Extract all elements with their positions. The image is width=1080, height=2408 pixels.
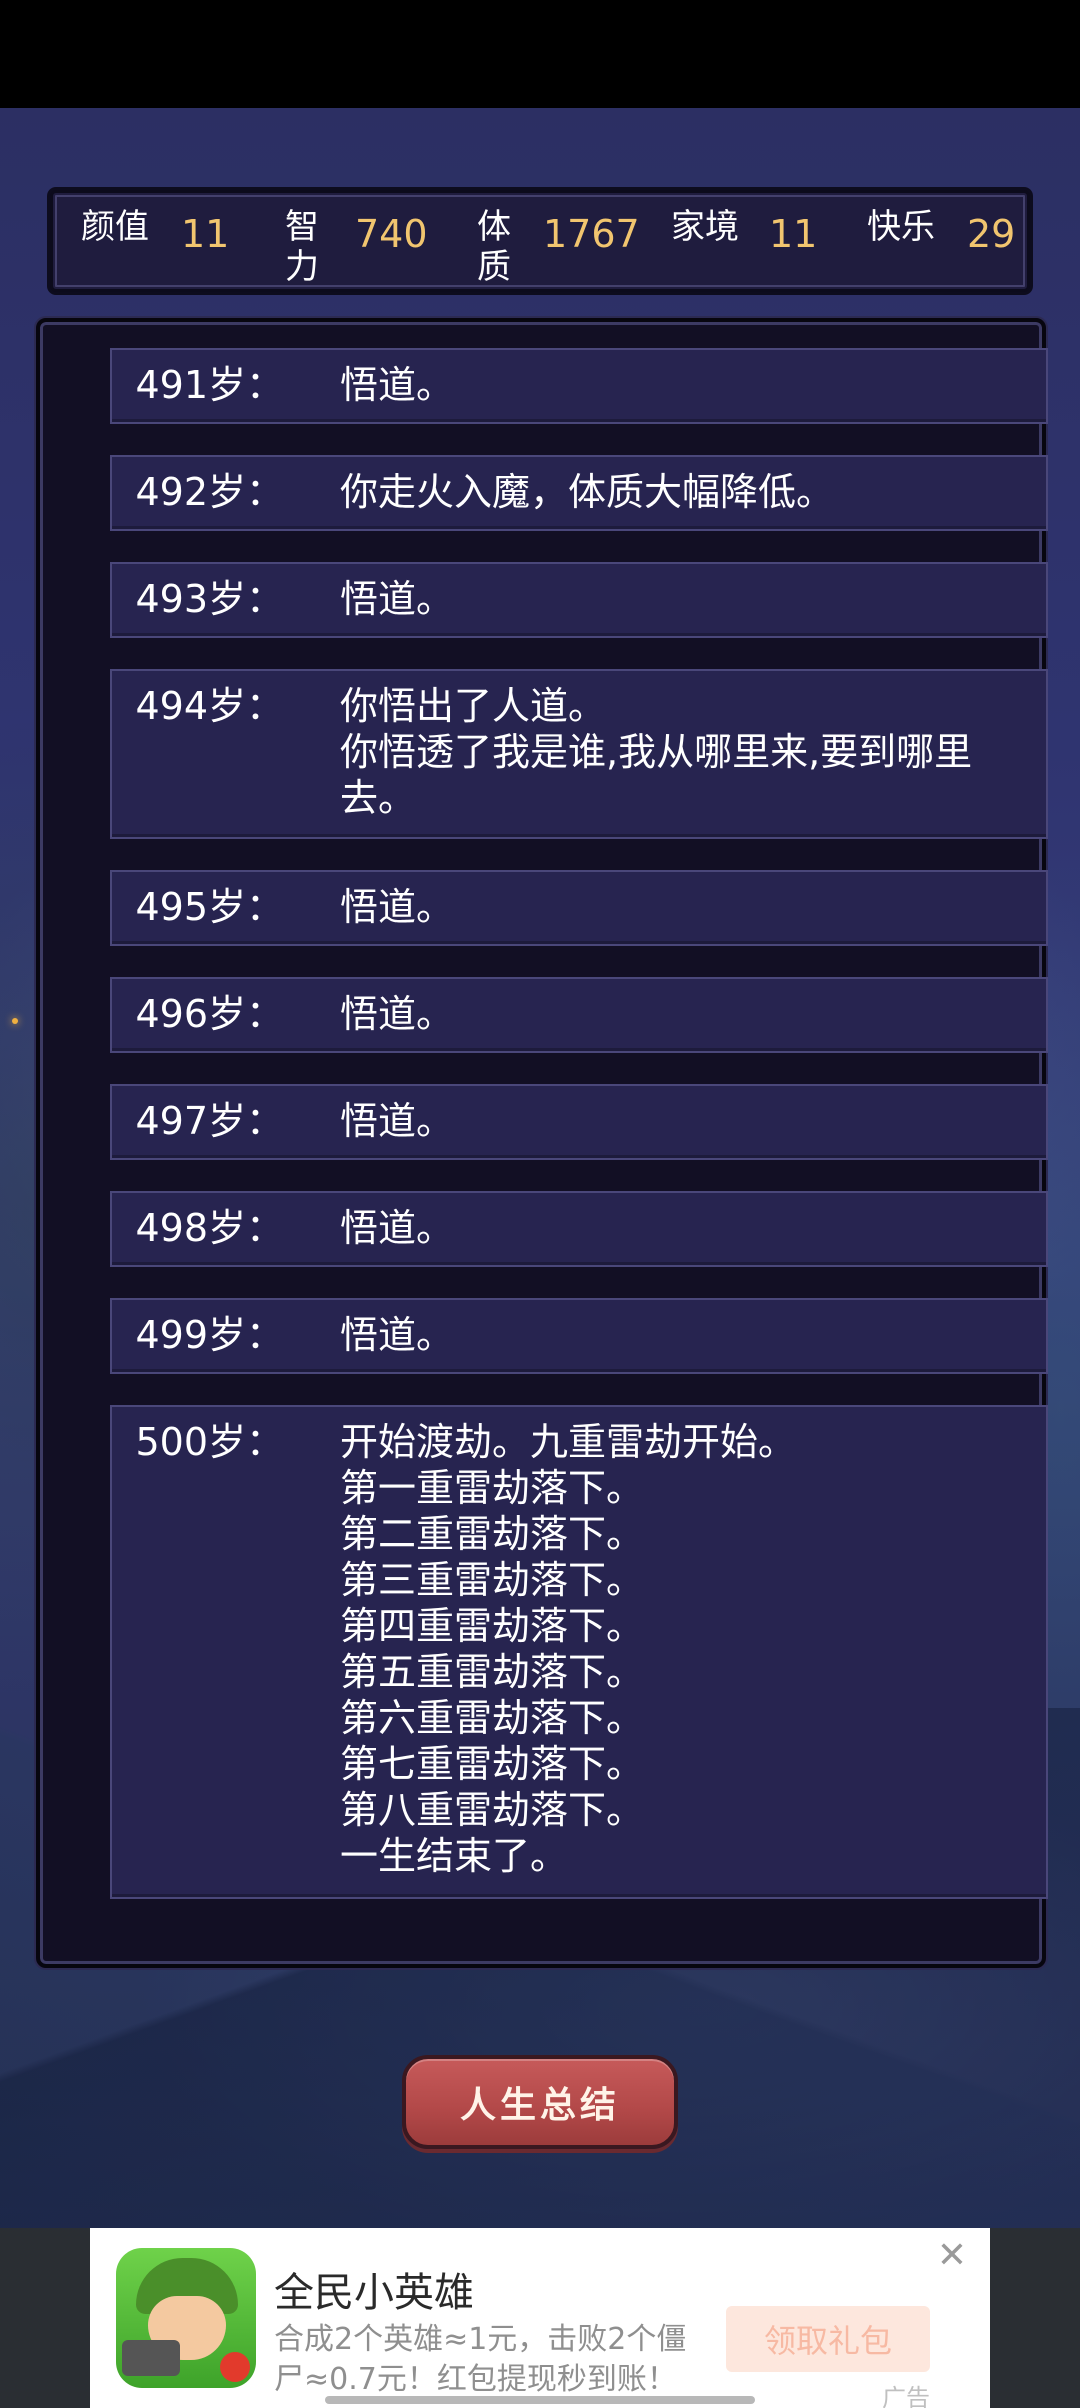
ad-label: 广告	[882, 2384, 930, 2408]
log-line: 悟道。	[340, 1206, 455, 1250]
log-text: 悟道。	[340, 1205, 1016, 1251]
stat-value: 740	[355, 212, 428, 256]
log-age: 491岁：	[135, 363, 284, 407]
stat-label: 智力	[285, 207, 319, 287]
log-line: 一生结束了。	[340, 1834, 569, 1878]
stat-happiness: 快乐 29	[867, 199, 1017, 289]
log-text: 你悟出了人道。 你悟透了我是谁,我从哪里来,要到哪里去。	[340, 683, 1016, 821]
close-icon[interactable]: ✕	[932, 2236, 972, 2276]
log-age: 498岁：	[135, 1206, 284, 1250]
log-age: 499岁：	[135, 1313, 284, 1357]
log-line: 第六重雷劫落下。	[340, 1696, 645, 1740]
log-age: 494岁：	[135, 684, 284, 728]
stat-value: 29	[967, 212, 1016, 256]
log-line: 第三重雷劫落下。	[340, 1558, 645, 1602]
gun-shape	[122, 2340, 180, 2376]
log-line: 第四重雷劫落下。	[340, 1604, 645, 1648]
log-entry: 495岁： 悟道。	[110, 870, 1048, 946]
log-text: 悟道。	[340, 362, 1016, 408]
log-entry: 499岁： 悟道。	[110, 1298, 1048, 1374]
log-text: 悟道。	[340, 991, 1016, 1037]
log-line: 悟道。	[340, 577, 455, 621]
log-line: 第五重雷劫落下。	[340, 1650, 645, 1694]
log-entry: 492岁： 你走火入魔，体质大幅降低。	[110, 455, 1048, 531]
log-line: 第二重雷劫落下。	[340, 1512, 645, 1556]
log-age: 496岁：	[135, 992, 284, 1036]
stat-value: 11	[181, 212, 230, 256]
life-log-panel[interactable]: 491岁： 悟道。 492岁： 你走火入魔，体质大幅降低。 493岁： 悟道。 …	[36, 318, 1048, 1968]
log-line: 悟道。	[340, 363, 455, 407]
log-text: 你走火入魔，体质大幅降低。	[340, 469, 1016, 515]
log-line: 你悟透了我是谁,我从哪里来,要到哪里去。	[340, 730, 973, 820]
log-line: 你走火入魔，体质大幅降低。	[340, 470, 835, 514]
log-entry: 494岁： 你悟出了人道。 你悟透了我是谁,我从哪里来,要到哪里去。	[110, 669, 1048, 839]
ad-title[interactable]: 全民小英雄	[274, 2270, 474, 2316]
log-entry: 497岁： 悟道。	[110, 1084, 1048, 1160]
log-text: 开始渡劫。九重雷劫开始。 第一重雷劫落下。 第二重雷劫落下。 第三重雷劫落下。 …	[340, 1419, 1016, 1879]
stat-label: 颜值	[81, 207, 149, 247]
attribute-bar: 颜值 11 智力 740 体质 1767 家境 11 快乐 29	[50, 190, 1030, 292]
log-line: 开始渡劫。九重雷劫开始。	[340, 1420, 797, 1464]
stat-value: 1767	[543, 212, 640, 256]
log-entry: 491岁： 悟道。	[110, 348, 1048, 424]
log-age: 493岁：	[135, 577, 284, 621]
stat-value: 11	[769, 212, 818, 256]
log-entry: 500岁： 开始渡劫。九重雷劫开始。 第一重雷劫落下。 第二重雷劫落下。 第三重…	[110, 1405, 1048, 1899]
lantern-light	[12, 1018, 18, 1024]
stat-constitution: 体质 1767	[477, 199, 647, 289]
log-text: 悟道。	[340, 1098, 1016, 1144]
ad-description[interactable]: 合成2个英雄≈1元，击败2个僵尸≈0.7元！红包提现秒到账！	[274, 2320, 704, 2400]
ad-banner[interactable]: 全民小英雄 合成2个英雄≈1元，击败2个僵尸≈0.7元！红包提现秒到账！ 领取礼…	[90, 2228, 990, 2408]
stat-appearance: 颜值 11	[81, 199, 231, 289]
log-text: 悟道。	[340, 1312, 1016, 1358]
log-text: 悟道。	[340, 884, 1016, 930]
life-summary-button[interactable]: 人生总结	[402, 2055, 678, 2149]
stat-intelligence: 智力 740	[285, 199, 435, 289]
game-app-icon[interactable]	[116, 2248, 256, 2388]
gesture-bar[interactable]	[325, 2396, 755, 2404]
log-entry: 498岁： 悟道。	[110, 1191, 1048, 1267]
log-line: 悟道。	[340, 885, 455, 929]
log-age: 495岁：	[135, 885, 284, 929]
log-line: 悟道。	[340, 992, 455, 1036]
stat-family: 家境 11	[671, 199, 821, 289]
log-age: 500岁：	[135, 1420, 284, 1464]
log-text: 悟道。	[340, 576, 1016, 622]
log-age: 492岁：	[135, 470, 284, 514]
log-entry: 496岁： 悟道。	[110, 977, 1048, 1053]
stat-label: 快乐	[867, 207, 935, 247]
log-line: 第八重雷劫落下。	[340, 1788, 645, 1832]
log-entry: 493岁： 悟道。	[110, 562, 1048, 638]
log-line: 第一重雷劫落下。	[340, 1466, 645, 1510]
claim-gift-button[interactable]: 领取礼包	[726, 2306, 930, 2372]
log-line: 你悟出了人道。	[340, 684, 607, 728]
log-line: 第七重雷劫落下。	[340, 1742, 645, 1786]
log-line: 悟道。	[340, 1099, 455, 1143]
log-line: 悟道。	[340, 1313, 455, 1357]
stat-label: 体质	[477, 207, 511, 287]
log-age: 497岁：	[135, 1099, 284, 1143]
red-packet-badge-icon	[220, 2352, 250, 2382]
stat-label: 家境	[671, 207, 739, 247]
